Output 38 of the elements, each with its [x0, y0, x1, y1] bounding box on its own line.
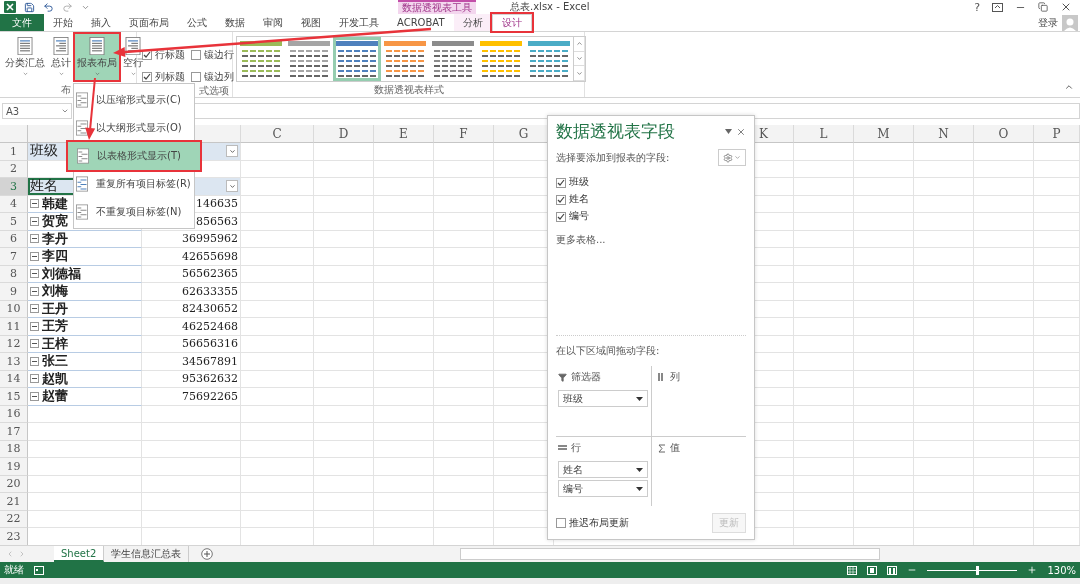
field-chip-label: 编号	[563, 481, 583, 496]
field-chip-label: 姓名	[563, 462, 583, 477]
cell-text: 张三	[42, 352, 68, 371]
checkbox-label: 推迟布局更新	[569, 516, 629, 530]
field-label: 编号	[569, 210, 589, 223]
cell-text: 贺宽	[42, 212, 68, 231]
context-tab-group: 数据透视表工具	[398, 0, 476, 14]
cell-text: 李丹	[42, 229, 68, 248]
area-label: 行	[571, 441, 581, 455]
areas-prompt: 在以下区域间拖动字段:	[556, 344, 661, 358]
checkbox-label: 列标题	[155, 70, 185, 84]
checkbox-label: 镶边行	[204, 48, 234, 62]
area-label: 筛选器	[571, 370, 601, 384]
checkbox-label: 行标题	[155, 48, 185, 62]
field-chip-label: 班级	[563, 391, 583, 406]
group-label: 式选项	[198, 84, 229, 98]
status-text: 就绪	[4, 563, 24, 577]
cell-text: 王梓	[42, 334, 68, 353]
cell-text: 班级	[30, 142, 58, 161]
checkbox-label: 镶边列	[204, 70, 234, 84]
field-label: 班级	[569, 176, 589, 189]
pane-title: 数据透视表字段	[556, 120, 675, 143]
cell-text: 韩建	[42, 194, 68, 213]
group-label: 布	[60, 83, 72, 97]
cell-text: 姓名	[30, 177, 58, 196]
area-label: 值	[670, 441, 680, 455]
cell-text: 李四	[42, 247, 68, 266]
cell-text: 王丹	[42, 299, 68, 318]
cell-text: 王芳	[42, 317, 68, 336]
window-title: 总表.xlsx - Excel	[509, 0, 591, 14]
pane-prompt: 选择要添加到报表的字段:	[556, 150, 670, 165]
field-label: 姓名	[569, 193, 589, 206]
group-label: 数据透视表样式	[372, 83, 445, 97]
cell-text: 赵凯	[42, 369, 68, 388]
area-label: 列	[670, 370, 680, 384]
cell-text: 赵蕾	[42, 387, 68, 406]
cell-text: 刘德福	[42, 264, 81, 283]
cell-text: 刘梅	[42, 282, 68, 301]
